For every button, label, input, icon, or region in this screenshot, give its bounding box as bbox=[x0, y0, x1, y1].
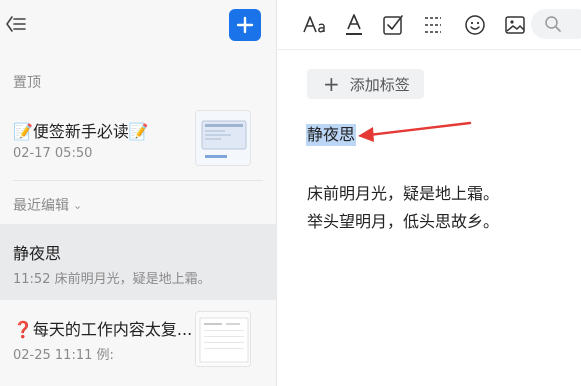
list-item[interactable]: 📝便签新手必读📝 02-17 05:50 bbox=[0, 100, 277, 180]
image-icon bbox=[505, 16, 525, 34]
plus-icon bbox=[236, 16, 254, 34]
annotation-arrow bbox=[358, 121, 472, 142]
font-color-icon bbox=[346, 14, 362, 35]
checklist-button[interactable] bbox=[380, 12, 406, 38]
emoji-button[interactable] bbox=[462, 12, 488, 38]
font-size-icon bbox=[303, 16, 325, 33]
divider-button[interactable] bbox=[420, 12, 446, 38]
collapse-sidebar-icon[interactable] bbox=[6, 14, 26, 34]
note-meta: 02-25 11:11 例: bbox=[13, 348, 114, 363]
note-title: 静夜思 bbox=[13, 244, 62, 263]
chevron-down-icon: ⌄ bbox=[73, 199, 83, 212]
divider bbox=[13, 180, 263, 181]
note-meta: 02-17 05:50 bbox=[13, 146, 93, 161]
recent-section-label[interactable]: 最近编辑 ⌄ bbox=[13, 195, 82, 215]
pinned-section-label: 置顶 bbox=[13, 75, 41, 91]
note-thumbnail bbox=[195, 311, 251, 367]
note-title: 📝便签新手必读📝 bbox=[13, 122, 149, 141]
plus-icon: + bbox=[323, 72, 340, 96]
note-meta: 11:52 床前明月光，疑是地上霜。 bbox=[13, 272, 211, 287]
recent-section-text: 最近编辑 bbox=[13, 198, 69, 214]
list-item[interactable]: 静夜思 11:52 床前明月光，疑是地上霜。 bbox=[0, 224, 277, 300]
checkbox-icon bbox=[383, 15, 403, 35]
add-tag-button[interactable]: + 添加标签 bbox=[307, 69, 424, 99]
note-title: ❓每天的工作内容太复... bbox=[13, 320, 193, 339]
divider-icon bbox=[425, 17, 441, 33]
editor-toolbar bbox=[278, 0, 581, 50]
sidebar-header bbox=[0, 0, 277, 50]
emoji-icon bbox=[465, 15, 485, 35]
add-tag-label: 添加标签 bbox=[349, 75, 410, 94]
list-item[interactable]: ❓每天的工作内容太复... 02-25 11:11 例: bbox=[0, 304, 277, 386]
font-size-button[interactable] bbox=[302, 12, 328, 38]
note-body-line[interactable]: 举头望明月，低头思故乡。 bbox=[307, 208, 499, 232]
image-button[interactable] bbox=[502, 12, 528, 38]
notes-sidebar: 置顶 📝便签新手必读📝 02-17 05:50 最近编辑 ⌄ 静夜思 11:52 … bbox=[0, 0, 277, 386]
note-body-line[interactable]: 床前明月光，疑是地上霜。 bbox=[307, 180, 499, 204]
note-thumbnail bbox=[195, 110, 251, 166]
new-note-button[interactable] bbox=[229, 9, 261, 41]
search-box[interactable] bbox=[531, 9, 581, 39]
font-color-button[interactable] bbox=[341, 12, 367, 38]
search-icon bbox=[544, 15, 562, 37]
note-title-selected[interactable]: 静夜思 bbox=[306, 124, 357, 146]
